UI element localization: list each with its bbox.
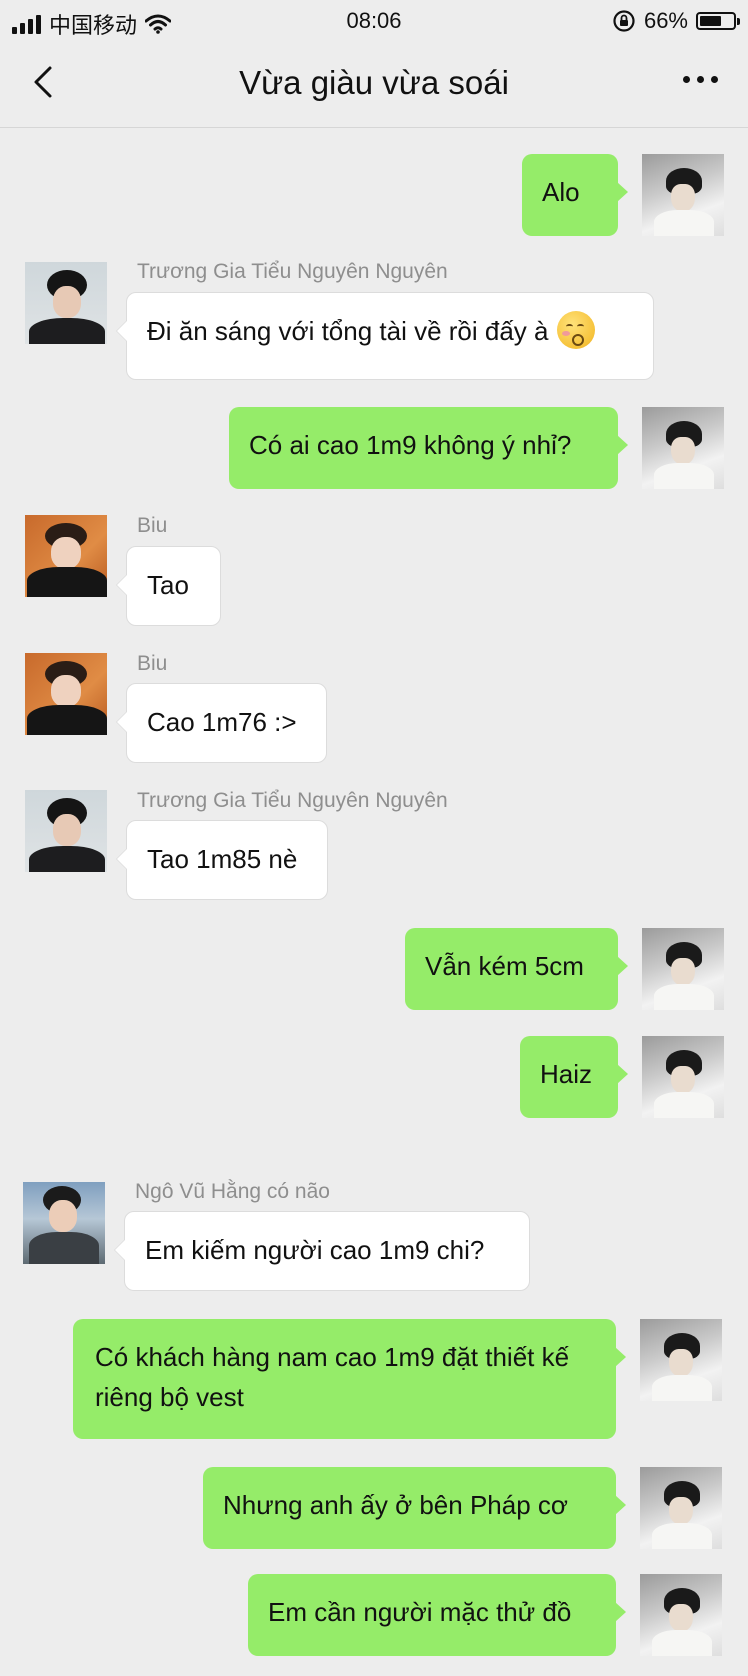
outgoing-message[interactable]: Vẫn kém 5cm [405, 928, 628, 1010]
outgoing-message[interactable]: Alo [522, 154, 628, 236]
avatar[interactable] [23, 1182, 105, 1264]
sender-name: Ngô Vũ Hằng có não [135, 1180, 330, 1203]
blushing-face-emoji [556, 311, 595, 350]
rotation-lock-icon [613, 10, 635, 32]
battery-icon [696, 12, 740, 30]
more-dots-icon[interactable] [683, 76, 718, 83]
avatar[interactable] [25, 653, 107, 735]
avatar[interactable] [25, 262, 107, 344]
avatar[interactable] [640, 1319, 722, 1401]
outgoing-message[interactable]: Em cần người mặc thử đồ [248, 1574, 626, 1656]
outgoing-message[interactable]: Nhưng anh ấy ở bên Pháp cơ [203, 1467, 626, 1549]
avatar[interactable] [25, 515, 107, 597]
outgoing-message[interactable]: Có ai cao 1m9 không ý nhỉ? [229, 407, 628, 489]
avatar[interactable] [640, 1467, 722, 1549]
message-text: Đi ăn sáng với tổng tài về rồi đấy à [147, 316, 549, 346]
sender-name: Biu [137, 514, 168, 537]
incoming-message[interactable]: Cao 1m76 :> [116, 683, 327, 763]
incoming-message[interactable]: Tao [116, 546, 221, 626]
avatar[interactable] [642, 154, 724, 236]
outgoing-message[interactable]: Haiz [520, 1036, 628, 1118]
chat-header: Vừa giàu vừa soái [0, 42, 748, 128]
battery-percent: 66% [643, 8, 688, 33]
incoming-message[interactable]: Đi ăn sáng với tổng tài về rồi đấy à [116, 292, 654, 380]
incoming-message[interactable]: Tao 1m85 nè [116, 820, 328, 900]
chat-title: Vừa giàu vừa soái [239, 64, 509, 101]
sender-name: Trương Gia Tiểu Nguyên Nguyên [137, 789, 448, 812]
avatar[interactable] [642, 1036, 724, 1118]
avatar[interactable] [25, 790, 107, 872]
status-bar: 中国移动 08:06 66% [0, 0, 748, 42]
sender-name: Trương Gia Tiểu Nguyên Nguyên [137, 260, 448, 283]
outgoing-message[interactable]: Có khách hàng nam cao 1m9 đặt thiết kế r… [73, 1319, 626, 1439]
avatar[interactable] [642, 407, 724, 489]
avatar[interactable] [642, 928, 724, 1010]
sender-name: Biu [137, 652, 168, 675]
incoming-message[interactable]: Em kiếm người cao 1m9 chi? [114, 1211, 530, 1291]
avatar[interactable] [640, 1574, 722, 1656]
